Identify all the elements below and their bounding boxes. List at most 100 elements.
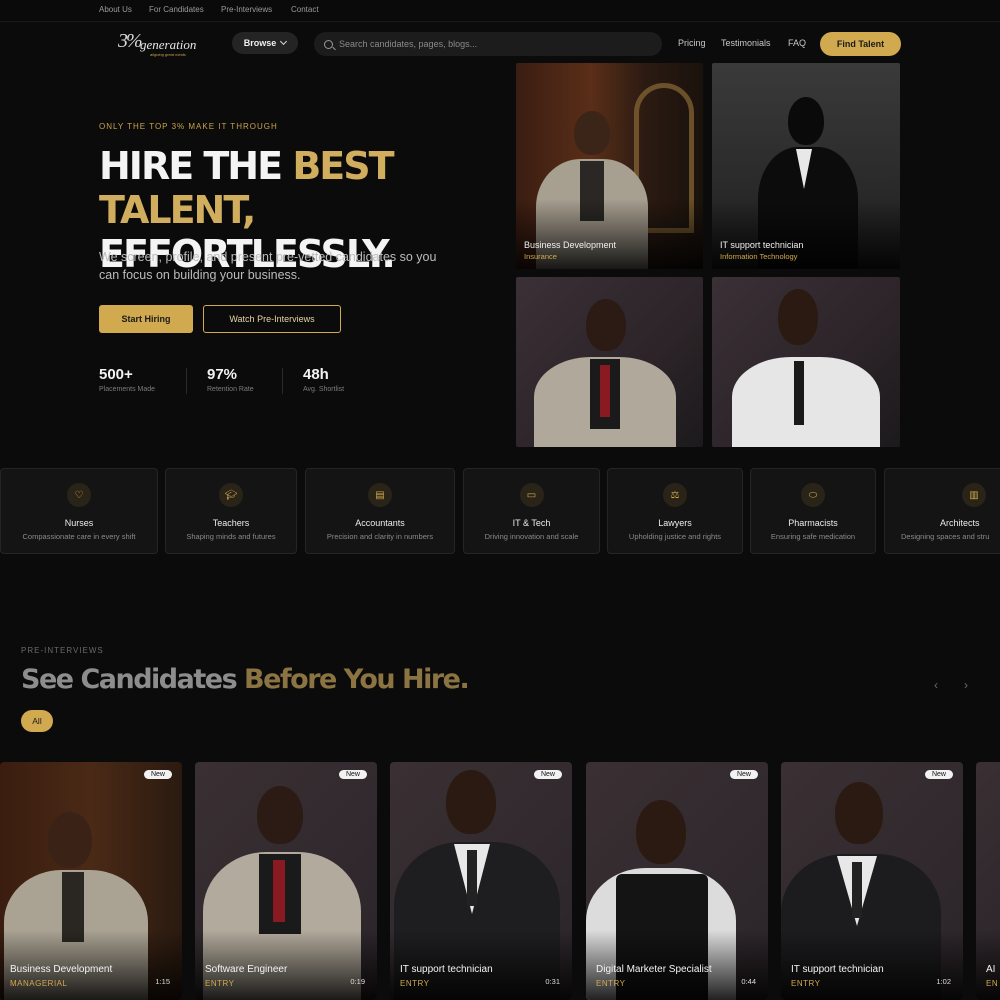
start-hiring-button[interactable]: Start Hiring [99,305,193,333]
video-card[interactable]: New IT support technician ENTRY 0:31 [390,762,572,1000]
carousel-prev-button[interactable]: ‹ [929,678,943,692]
new-badge: New [533,770,562,779]
stat-placements: 500+ Placements Made [99,366,155,393]
video-title: AI [986,964,996,975]
logo[interactable]: 3% generation aligning great minds [118,30,200,57]
util-link-contact[interactable]: Contact [291,5,319,14]
profession-name: Accountants [355,518,405,528]
util-link-candidates[interactable]: For Candidates [149,5,204,14]
photo-title: IT support technician [720,240,804,250]
profession-desc: Driving innovation and scale [484,532,579,541]
stat-label: Placements Made [99,386,156,393]
profession-desc: Compassionate care in every shift [22,532,136,541]
new-badge: New [143,770,172,779]
hero-photo-business-development[interactable]: Business Development Insurance [516,63,703,269]
profession-card-teachers[interactable]: 🎓︎ Teachers Shaping minds and futures [165,468,297,554]
logo-word: generation [140,37,197,52]
monitor-icon: ▭ [519,483,544,507]
photo-subtitle: Insurance [524,252,557,261]
video-title: Digital Marketer Specialist [596,964,712,975]
logo-number: 3% [118,30,143,52]
search-bar[interactable] [314,32,662,56]
section-title: See Candidates Before You Hire. [21,664,470,695]
photo-subtitle: Information Technology [720,252,798,261]
person-tie [273,860,285,922]
search-icon [324,39,333,49]
video-level: ENTRY [791,979,821,988]
stat-value: 48h [303,366,329,383]
nav-testimonials[interactable]: Testimonials [721,38,771,48]
person-head [48,812,92,868]
profession-card-lawyers[interactable]: ⚖ Lawyers Upholding justice and rights [607,468,743,554]
pill-icon: ⬭ [801,483,825,507]
person-shirt [732,357,880,447]
video-duration: 0:44 [741,977,756,986]
hero-photo-3[interactable] [516,277,703,447]
person-head [586,299,626,351]
browse-dropdown[interactable]: Browse [232,32,298,54]
heart-icon: ♡ [67,483,91,507]
video-duration: 0:31 [545,977,560,986]
profession-card-pharmacists[interactable]: ⬭ Pharmacists Ensuring safe medication [750,468,876,554]
video-card[interactable]: New Digital Marketer Specialist ENTRY 0:… [586,762,768,1000]
video-level: ENTRY [596,979,626,988]
carousel-next-button[interactable]: › [959,678,973,692]
person-head [574,111,610,155]
hero-title-part1: HIRE THE [99,144,293,188]
chevron-down-icon [280,37,288,46]
photo-caption: IT support technician Information Techno… [720,240,803,261]
video-duration: 0:19 [350,977,365,986]
person-head [636,800,686,864]
person-tie [852,862,862,918]
stat-label: Retention Rate [207,386,254,393]
person-head [835,782,883,844]
profession-card-it-tech[interactable]: ▭ IT & Tech Driving innovation and scale [463,468,600,554]
stat-value: 97% [207,366,238,383]
person-tie [794,361,804,425]
video-title: Business Development [10,964,113,975]
video-duration: 1:02 [936,977,951,986]
section-title-part1: See Candidates [21,664,245,695]
hero-photo-it-support[interactable]: IT support technician Information Techno… [712,63,900,269]
video-title: Software Engineer [205,964,288,975]
video-title: IT support technician [400,964,493,975]
page: About Us For Candidates Pre-Interviews C… [0,0,1000,1000]
video-card[interactable]: New Business Development MANAGERIAL 1:15 [0,762,182,1000]
stat-shortlist: 48h Avg. Shortlist [303,366,344,393]
video-duration: 1:15 [155,977,170,986]
photo-caption: Business Development Insurance [524,240,616,261]
profession-card-accountants[interactable]: ▤ Accountants Precision and clarity in n… [305,468,455,554]
profession-desc: Ensuring safe medication [770,532,856,541]
video-card-partial[interactable]: AI EN [976,762,1000,1000]
find-talent-button[interactable]: Find Talent [820,32,901,56]
filter-chip-all[interactable]: All [21,710,53,732]
video-title: IT support technician [791,964,884,975]
nav-pricing[interactable]: Pricing [678,38,706,48]
building-icon: ▥ [962,483,986,507]
util-link-about[interactable]: About Us [99,5,132,14]
graduation-cap-icon: 🎓︎ [219,483,243,507]
person-head [446,770,496,834]
stat-value: 500+ [99,366,133,383]
nav-faq[interactable]: FAQ [788,38,806,48]
profession-desc: Shaping minds and futures [186,532,276,541]
logo-tagline: aligning great minds [150,52,186,57]
profession-card-architects[interactable]: ▥ Architects Designing spaces and stru [884,468,1000,554]
person-head [778,289,818,345]
hero-photo-4[interactable] [712,277,900,447]
watch-preinterviews-button[interactable]: Watch Pre-Interviews [203,305,341,333]
video-level: EN [986,979,999,988]
video-card[interactable]: New Software Engineer ENTRY 0:19 [195,762,377,1000]
browse-label: Browse [243,38,277,48]
hero-subtitle: We screen, profile, and present pre-vett… [99,250,437,282]
stat-retention: 97% Retention Rate [207,366,254,393]
util-link-preinterviews[interactable]: Pre-Interviews [221,5,272,14]
search-input[interactable] [339,39,639,49]
person-tie [600,365,610,417]
profession-name: Nurses [64,518,94,528]
profession-name: Lawyers [658,518,692,528]
video-card[interactable]: New IT support technician ENTRY 1:02 [781,762,963,1000]
profession-card-nurses[interactable]: ♡ Nurses Compassionate care in every shi… [0,468,158,554]
calculator-icon: ▤ [368,483,392,507]
new-badge: New [338,770,367,779]
